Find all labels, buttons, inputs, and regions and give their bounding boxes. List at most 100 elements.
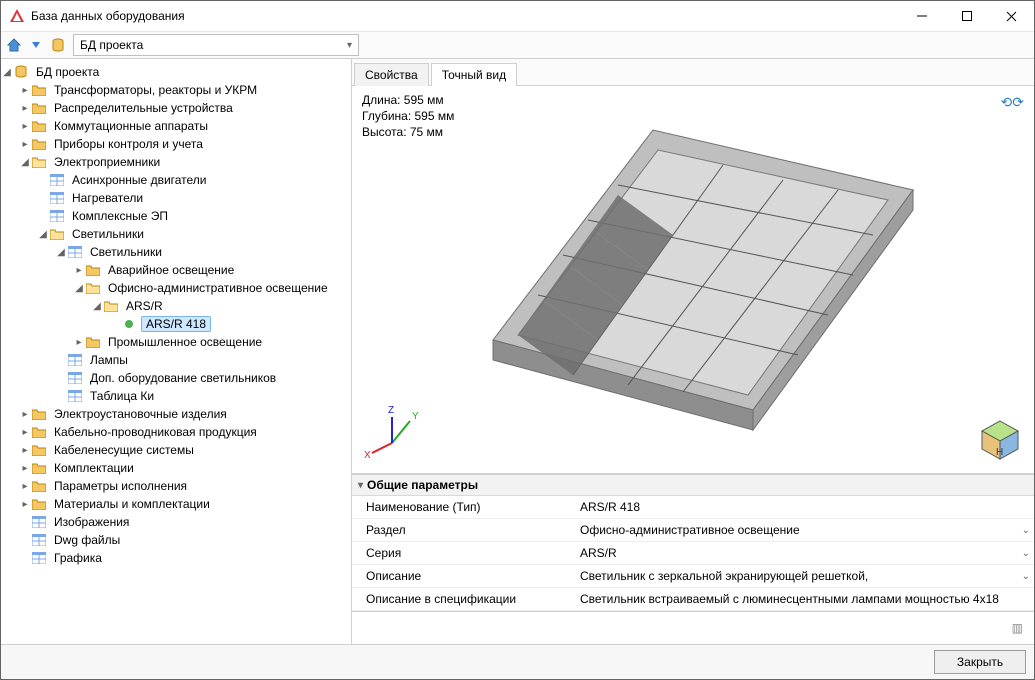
dimensions: Длина: 595 мм Глубина: 595 мм Высота: 75… xyxy=(362,92,454,140)
svg-text:Z: Z xyxy=(388,405,394,416)
close-button[interactable] xyxy=(989,1,1034,31)
tree-item[interactable]: ▸Кабеленесущие системы xyxy=(1,441,351,459)
dim-depth: Глубина: 595 мм xyxy=(362,108,454,124)
database-select[interactable]: БД проекта ▾ xyxy=(73,34,359,56)
param-row[interactable]: ОписаниеСветильник с зеркальной экраниру… xyxy=(352,565,1034,588)
tree-item[interactable]: Dwg файлы xyxy=(1,531,351,549)
tree-item[interactable]: ▸Трансформаторы, реакторы и УКРМ xyxy=(1,81,351,99)
chevron-down-icon: ▾ xyxy=(347,40,352,51)
folder-open-icon xyxy=(49,226,65,242)
chevron-down-icon: ▾ xyxy=(358,480,363,491)
table-icon xyxy=(31,514,47,530)
folder-icon xyxy=(31,442,47,458)
param-row[interactable]: РазделОфисно-административное освещение⌄ xyxy=(352,519,1034,542)
tree-item[interactable]: Нагреватели xyxy=(1,189,351,207)
tree-item[interactable]: ▸Коммутационные аппараты xyxy=(1,117,351,135)
folder-icon xyxy=(31,496,47,512)
folder-icon xyxy=(31,82,47,98)
tree-item[interactable]: ▸Электроустановочные изделия xyxy=(1,405,351,423)
dim-length: Длина: 595 мм xyxy=(362,92,454,108)
tree-item[interactable]: ▸Комплектации xyxy=(1,459,351,477)
tree-item[interactable]: Лампы xyxy=(1,351,351,369)
database-icon xyxy=(13,64,29,80)
param-row[interactable]: Описание в спецификацииСветильник встраи… xyxy=(352,588,1034,611)
body: ◢БД проекта ▸Трансформаторы, реакторы и … xyxy=(1,59,1034,644)
folder-icon xyxy=(31,478,47,494)
tree-item-selected[interactable]: ARS/R 418 xyxy=(1,315,351,333)
tree-item[interactable]: ◢Светильники xyxy=(1,243,351,261)
table-icon xyxy=(67,244,83,260)
tree-item[interactable]: Графика xyxy=(1,549,351,567)
chevron-down-icon[interactable]: ⌄ xyxy=(1022,548,1030,559)
tree-item[interactable]: ▸Параметры исполнения xyxy=(1,477,351,495)
minimize-button[interactable] xyxy=(899,1,944,31)
view-cube[interactable]: H xyxy=(976,415,1024,463)
tree-item[interactable]: Асинхронные двигатели xyxy=(1,171,351,189)
table-icon xyxy=(67,370,83,386)
params-header[interactable]: ▾Общие параметры xyxy=(352,475,1034,496)
table-icon xyxy=(67,388,83,404)
chevron-down-icon[interactable]: ⌄ xyxy=(1022,525,1030,536)
database-icon[interactable] xyxy=(49,36,67,54)
table-icon xyxy=(31,532,47,548)
tree-item[interactable]: Таблица Ки xyxy=(1,387,351,405)
grip-icon[interactable]: ▥ xyxy=(1012,621,1024,635)
toolbar: БД проекта ▾ xyxy=(1,31,1034,59)
tree-item[interactable]: ▸Материалы и комплектации xyxy=(1,495,351,513)
extra-toolbar: ▥ xyxy=(352,611,1034,644)
tree-panel[interactable]: ◢БД проекта ▸Трансформаторы, реакторы и … xyxy=(1,59,352,644)
tree-item[interactable]: ▸Приборы контроля и учета xyxy=(1,135,351,153)
model-preview xyxy=(453,100,933,460)
tab-exact-view[interactable]: Точный вид xyxy=(431,63,517,86)
down-arrow-icon[interactable] xyxy=(27,36,45,54)
folder-icon xyxy=(31,406,47,422)
tree-item[interactable]: ◢Офисно-административное освещение xyxy=(1,279,351,297)
rotate-icon[interactable]: ⟲⟳ xyxy=(1001,94,1024,111)
tree-item[interactable]: Комплексные ЭП xyxy=(1,207,351,225)
tree-item[interactable]: Изображения xyxy=(1,513,351,531)
titlebar: База данных оборудования xyxy=(1,1,1034,31)
param-row[interactable]: Наименование (Тип)ARS/R 418 xyxy=(352,496,1034,519)
tree-item[interactable]: ◢ARS/R xyxy=(1,297,351,315)
footer: Закрыть xyxy=(1,644,1034,679)
folder-icon xyxy=(31,118,47,134)
tree-item[interactable]: ◢Электроприемники xyxy=(1,153,351,171)
tree-item[interactable]: Доп. оборудование светильников xyxy=(1,369,351,387)
maximize-button[interactable] xyxy=(944,1,989,31)
folder-icon xyxy=(85,334,101,350)
app-window: База данных оборудования БД проекта ▾ ◢Б… xyxy=(0,0,1035,680)
param-row[interactable]: СерияARS/R⌄ xyxy=(352,542,1034,565)
right-panel: Свойства Точный вид Длина: 595 мм Глубин… xyxy=(352,59,1034,644)
tree-item[interactable]: ▸Аварийное освещение xyxy=(1,261,351,279)
chevron-down-icon[interactable]: ⌄ xyxy=(1022,571,1030,582)
tree-root[interactable]: ◢БД проекта xyxy=(1,63,351,81)
params-panel: ▾Общие параметры Наименование (Тип)ARS/R… xyxy=(352,474,1034,611)
window-title: База данных оборудования xyxy=(31,9,899,23)
table-icon xyxy=(31,550,47,566)
tree-item[interactable]: ▸Распределительные устройства xyxy=(1,99,351,117)
preview-3d[interactable]: Длина: 595 мм Глубина: 595 мм Высота: 75… xyxy=(352,86,1034,474)
table-icon xyxy=(49,190,65,206)
dim-height: Высота: 75 мм xyxy=(362,124,454,140)
folder-open-icon xyxy=(31,154,47,170)
tabs: Свойства Точный вид xyxy=(352,59,1034,86)
svg-text:X: X xyxy=(364,450,371,461)
table-icon xyxy=(49,208,65,224)
app-icon xyxy=(9,8,25,24)
folder-icon xyxy=(85,262,101,278)
view-area: Длина: 595 мм Глубина: 595 мм Высота: 75… xyxy=(352,86,1034,644)
tree-item[interactable]: ◢Светильники xyxy=(1,225,351,243)
folder-open-icon xyxy=(103,298,119,314)
table-icon xyxy=(67,352,83,368)
close-dialog-button[interactable]: Закрыть xyxy=(934,650,1026,674)
tree-item[interactable]: ▸Промышленное освещение xyxy=(1,333,351,351)
tab-properties[interactable]: Свойства xyxy=(354,63,429,86)
home-icon[interactable] xyxy=(5,36,23,54)
svg-text:H: H xyxy=(996,447,1003,458)
tree-item[interactable]: ▸Кабельно-проводниковая продукция xyxy=(1,423,351,441)
svg-text:Y: Y xyxy=(412,411,419,422)
database-select-value: БД проекта xyxy=(80,38,143,52)
folder-icon xyxy=(31,460,47,476)
folder-icon xyxy=(31,424,47,440)
folder-icon xyxy=(31,136,47,152)
